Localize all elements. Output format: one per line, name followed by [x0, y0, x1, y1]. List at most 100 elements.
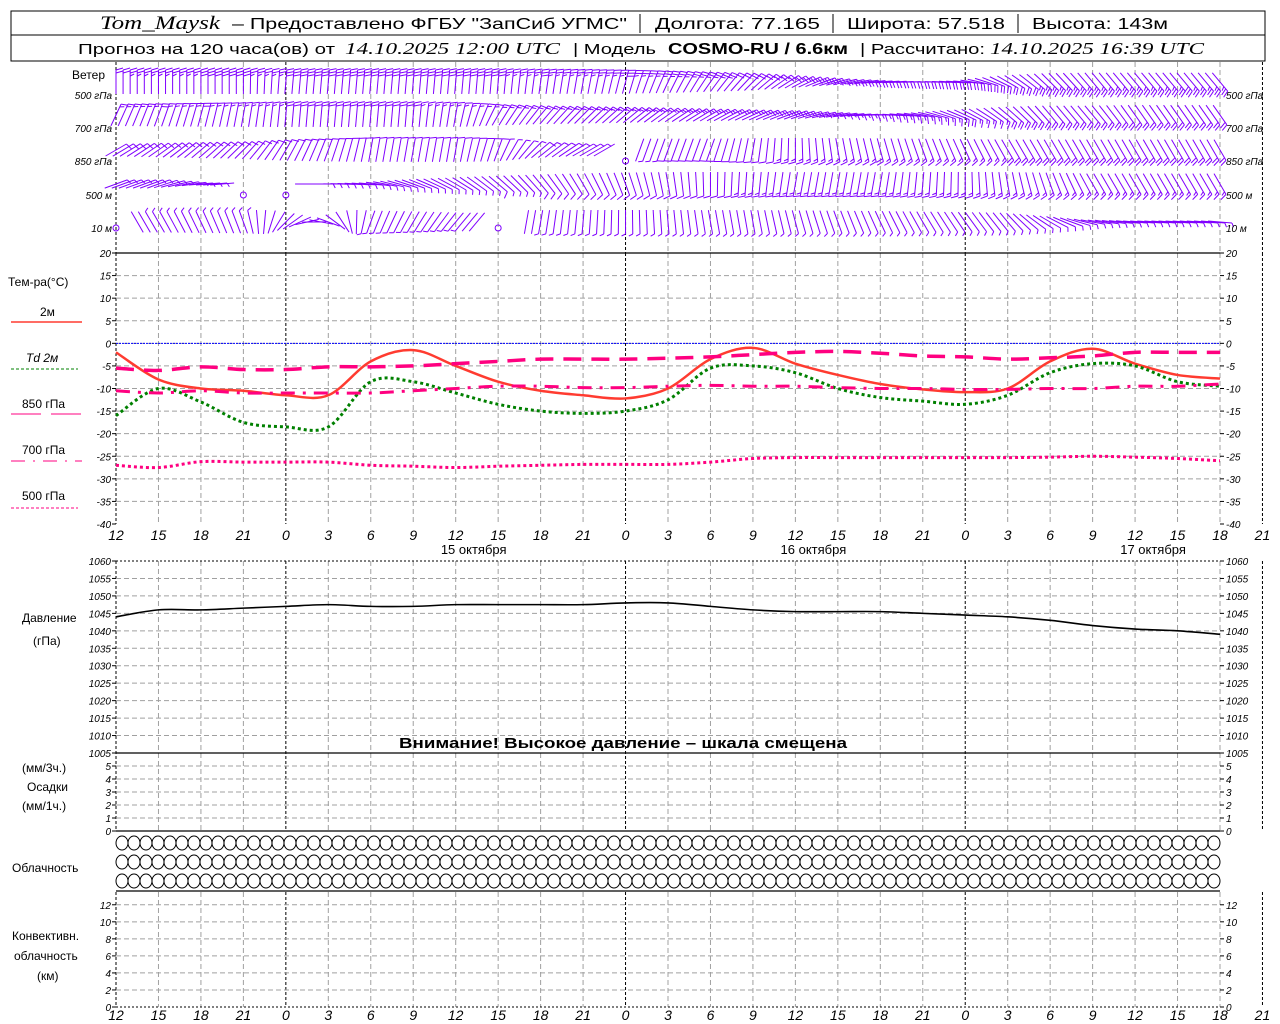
barb-feather: [193, 70, 201, 74]
barb-feather: [630, 194, 637, 200]
wind-barb-icon: [1206, 139, 1220, 166]
barb-feather: [158, 70, 166, 74]
barb-feather: [1061, 90, 1067, 98]
wind-barb-icon: [1079, 173, 1092, 201]
wind-barb-icon: [716, 72, 739, 92]
barb-staff: [806, 172, 813, 196]
barb-feather: [921, 195, 930, 198]
barb-feather: [484, 71, 493, 74]
wind-barb-icon: [468, 212, 486, 232]
cloud-clear-symbol: [571, 854, 585, 870]
barb-staff: [1156, 173, 1170, 195]
barb-staff: [771, 210, 778, 234]
wind-barb-icon: [1114, 173, 1128, 200]
barb-feather: [723, 195, 732, 199]
wind-barb-icon: [1107, 173, 1121, 200]
barb-staff: [417, 138, 423, 162]
wind-barb-icon: [656, 172, 664, 200]
barb-feather: [701, 233, 706, 237]
barb-feather: [1053, 123, 1059, 131]
barb-feather: [366, 137, 374, 139]
x-tick-label: 15: [490, 1007, 506, 1023]
barb-feather: [342, 74, 351, 77]
cloud-clear-symbol: [1111, 873, 1125, 889]
barb-feather: [973, 195, 981, 199]
wind-barb-icon: [486, 138, 503, 162]
wind-barb-icon: [1029, 139, 1043, 166]
barb-feather: [954, 231, 959, 237]
barb-feather: [729, 233, 735, 237]
barb-staff: [737, 171, 740, 197]
cloud-clear-symbol: [295, 835, 309, 851]
barb-staff: [224, 210, 235, 234]
barb-staff: [552, 70, 558, 94]
altitude: Высота: 143м: [1032, 16, 1168, 33]
barb-staff: [1192, 139, 1206, 161]
wind-barb-icon: [226, 102, 239, 127]
barb-feather: [862, 161, 870, 166]
barb-feather: [980, 195, 988, 200]
cloud-clear-symbol: [991, 873, 1005, 889]
barb-feather: [1059, 86, 1062, 91]
convective-ytick-label: 4: [105, 969, 111, 980]
barb-feather: [498, 71, 507, 74]
barb-feather: [891, 114, 895, 123]
cloud-clear-symbol: [643, 854, 657, 870]
wind-barb-icon: [923, 211, 937, 237]
barb-feather: [878, 195, 886, 198]
cloud-clear-symbol: [919, 835, 933, 851]
barb-feather: [129, 73, 135, 77]
barb-feather: [1025, 195, 1033, 200]
barb-staff: [635, 70, 644, 94]
cloud-clear-symbol: [559, 873, 573, 889]
barb-feather: [683, 195, 691, 200]
cloud-clear-symbol: [895, 873, 909, 889]
barb-feather: [553, 107, 559, 110]
pressure-warning: Внимание! Высокое давление – шкала смеще…: [399, 735, 848, 752]
barb-feather: [266, 101, 274, 104]
barb-feather: [1022, 88, 1026, 96]
wind-barb-icon: [902, 211, 915, 237]
x-tick-label: 21: [1254, 1007, 1271, 1023]
cloud-clear-symbol: [523, 873, 537, 889]
barb-staff: [376, 103, 380, 127]
barb-feather: [548, 233, 554, 236]
temperature-ytick-label: 20: [99, 249, 112, 260]
barb-feather: [838, 232, 843, 237]
cloud-clear-symbol: [1147, 873, 1161, 889]
barb-feather: [286, 71, 294, 74]
barb-feather: [907, 158, 912, 163]
barb-feather: [1096, 224, 1099, 230]
temperature-ytick-label: -20: [97, 430, 112, 441]
barb-feather: [343, 68, 351, 71]
wind-barb-icon: [950, 171, 959, 199]
pressure-ytick-label: 1010: [1226, 732, 1249, 743]
barb-feather: [1101, 191, 1105, 196]
x-tick-label: 21: [914, 527, 931, 543]
barb-staff: [628, 70, 637, 94]
barb-staff: [856, 172, 862, 196]
barb-feather: [713, 76, 719, 79]
barb-staff: [1093, 173, 1107, 195]
wind-barb-icon: [356, 210, 367, 236]
barb-feather: [166, 207, 170, 212]
barb-staff: [1022, 139, 1036, 161]
barb-feather: [638, 160, 643, 163]
barb-staff: [1120, 104, 1136, 126]
barb-feather: [1079, 191, 1083, 196]
wind-barb-icon: [649, 172, 658, 200]
x-tick-label: 0: [961, 527, 969, 543]
barb-feather: [898, 115, 902, 123]
wind-barb-icon: [1112, 72, 1130, 98]
cloud-clear-symbol: [1183, 873, 1197, 889]
wind-barb-icon: [1206, 173, 1220, 200]
barb-feather: [506, 68, 514, 71]
barb-staff: [362, 70, 366, 94]
wind-barb-icon: [228, 67, 237, 94]
wind-barb-icon: [1199, 173, 1213, 200]
cloud-clear-symbol: [619, 854, 633, 870]
barb-feather: [484, 74, 492, 77]
barb-feather: [920, 116, 923, 124]
barb-feather: [420, 74, 429, 77]
barb-feather: [236, 70, 244, 74]
